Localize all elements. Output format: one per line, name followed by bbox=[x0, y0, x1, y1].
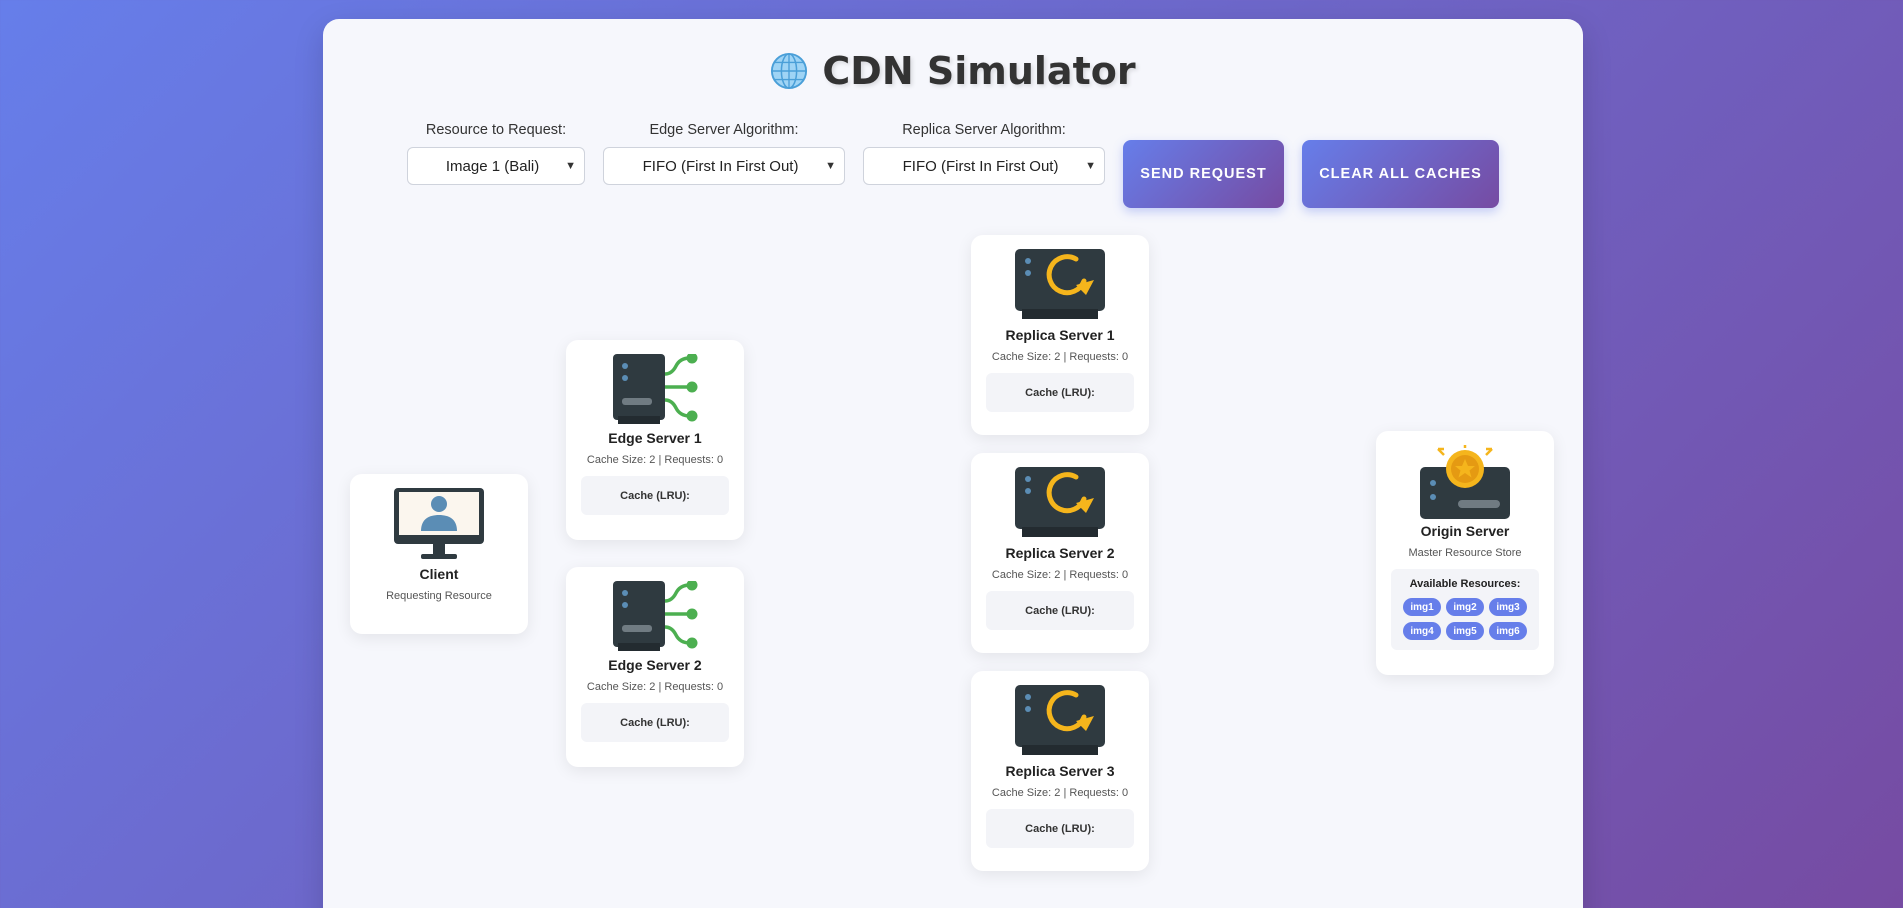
edge-algorithm-select[interactable]: FIFO (First In First Out) ▼ bbox=[603, 147, 845, 185]
replica-algorithm-value: FIFO (First In First Out) bbox=[902, 157, 1059, 175]
replica-cache-box: Cache (LRU): bbox=[986, 591, 1134, 630]
edge-server-name: Edge Server 2 bbox=[608, 657, 702, 673]
resource-control: Resource to Request: Image 1 (Bali) ▼ bbox=[407, 122, 585, 185]
replica-algorithm-control: Replica Server Algorithm: FIFO (First In… bbox=[863, 122, 1105, 185]
origin-server[interactable]: Origin Server Master Resource Store Avai… bbox=[1376, 431, 1554, 675]
replica-server-1[interactable]: Replica Server 1 Cache Size: 2 | Request… bbox=[971, 235, 1149, 435]
replica-cache-box: Cache (LRU): bbox=[986, 373, 1134, 412]
resource-chip[interactable]: img4 bbox=[1403, 622, 1441, 640]
client-name: Client bbox=[419, 566, 459, 582]
available-resources-title: Available Resources: bbox=[1409, 578, 1521, 590]
replica-server-icon bbox=[1015, 249, 1105, 319]
replica-server-icon bbox=[1015, 685, 1105, 755]
edge-algorithm-value: FIFO (First In First Out) bbox=[642, 157, 799, 175]
replica-cache-box: Cache (LRU): bbox=[986, 809, 1134, 848]
replica-server-icon bbox=[1015, 467, 1105, 537]
globe-icon bbox=[771, 52, 808, 90]
client-node[interactable]: Client Requesting Resource bbox=[350, 474, 528, 634]
resource-label: Resource to Request: bbox=[425, 122, 567, 138]
resource-select[interactable]: Image 1 (Bali) ▼ bbox=[407, 147, 585, 185]
replica-server-meta: Cache Size: 2 | Requests: 0 bbox=[991, 569, 1129, 581]
resource-chip-list: img1 img2 img3 img4 img5 img6 bbox=[1391, 598, 1539, 640]
origin-server-name: Origin Server bbox=[1420, 523, 1510, 539]
replica-algorithm-label: Replica Server Algorithm: bbox=[902, 122, 1066, 138]
replica-server-3[interactable]: Replica Server 3 Cache Size: 2 | Request… bbox=[971, 671, 1149, 871]
chevron-down-icon: ▼ bbox=[1085, 160, 1096, 172]
chevron-down-icon: ▼ bbox=[825, 160, 836, 172]
chevron-down-icon: ▼ bbox=[565, 160, 576, 172]
edge-cache-box: Cache (LRU): bbox=[581, 703, 729, 742]
edge-algorithm-control: Edge Server Algorithm: FIFO (First In Fi… bbox=[603, 122, 845, 185]
replica-server-name: Replica Server 2 bbox=[1005, 545, 1115, 561]
send-request-button[interactable]: SEND REQUEST bbox=[1123, 140, 1284, 208]
replica-server-meta: Cache Size: 2 | Requests: 0 bbox=[991, 351, 1129, 363]
replica-server-meta: Cache Size: 2 | Requests: 0 bbox=[991, 787, 1129, 799]
edge-cache-box: Cache (LRU): bbox=[581, 476, 729, 515]
resource-chip[interactable]: img3 bbox=[1489, 598, 1527, 616]
replica-algorithm-select[interactable]: FIFO (First In First Out) ▼ bbox=[863, 147, 1105, 185]
edge-server-icon bbox=[613, 581, 698, 651]
edge-algorithm-label: Edge Server Algorithm: bbox=[649, 122, 799, 138]
resource-chip[interactable]: img6 bbox=[1489, 622, 1527, 640]
resource-chip[interactable]: img1 bbox=[1403, 598, 1441, 616]
client-monitor-icon bbox=[394, 488, 484, 559]
origin-server-subtitle: Master Resource Store bbox=[1408, 547, 1522, 559]
simulator-panel: CDN Simulator Resource to Request: Image… bbox=[323, 19, 1583, 908]
available-resources: Available Resources: img1 img2 img3 img4… bbox=[1391, 569, 1539, 650]
edge-server-2[interactable]: Edge Server 2 Cache Size: 2 | Requests: … bbox=[566, 567, 744, 767]
replica-server-name: Replica Server 3 bbox=[1005, 763, 1115, 779]
edge-server-name: Edge Server 1 bbox=[608, 430, 702, 446]
client-subtitle: Requesting Resource bbox=[386, 590, 492, 602]
resource-chip[interactable]: img2 bbox=[1446, 598, 1484, 616]
clear-caches-button[interactable]: CLEAR ALL CACHES bbox=[1302, 140, 1499, 208]
replica-server-2[interactable]: Replica Server 2 Cache Size: 2 | Request… bbox=[971, 453, 1149, 653]
edge-server-meta: Cache Size: 2 | Requests: 0 bbox=[586, 454, 724, 466]
edge-server-meta: Cache Size: 2 | Requests: 0 bbox=[586, 681, 724, 693]
edge-server-1[interactable]: Edge Server 1 Cache Size: 2 | Requests: … bbox=[566, 340, 744, 540]
page-title: CDN Simulator bbox=[323, 49, 1583, 93]
title-text: CDN Simulator bbox=[822, 49, 1136, 93]
replica-server-name: Replica Server 1 bbox=[1005, 327, 1115, 343]
resource-select-value: Image 1 (Bali) bbox=[445, 157, 540, 175]
origin-server-icon bbox=[1420, 445, 1510, 519]
resource-chip[interactable]: img5 bbox=[1446, 622, 1484, 640]
edge-server-icon bbox=[613, 354, 698, 424]
